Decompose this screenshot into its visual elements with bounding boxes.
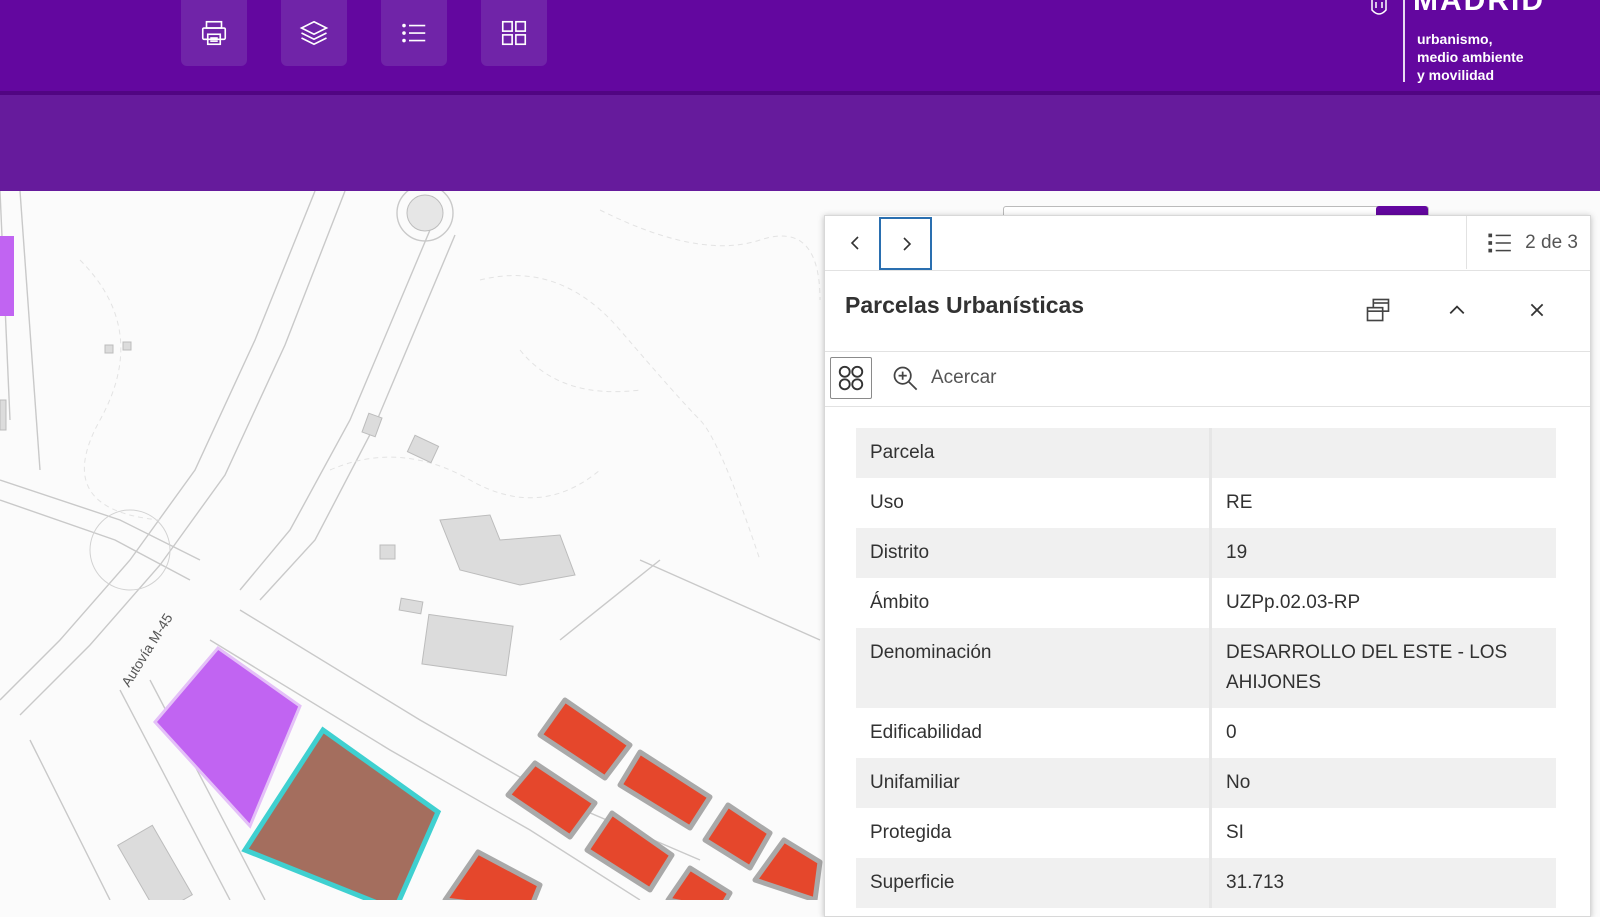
attribute-value: UZPp.02.03-RP [1210,578,1556,628]
popup-pagination: 2 de 3 [825,216,1590,271]
logo-divider [1403,0,1405,82]
crest-icon [1371,0,1387,15]
attribute-value: 19 [1210,528,1556,578]
attribute-key: Protegida [856,808,1212,858]
list-icon [1488,233,1512,252]
four-circles-icon [838,365,864,391]
attribute-key: Distrito [856,528,1212,578]
table-row: Superficie 31.713 [856,858,1556,908]
attribute-table: Parcela Uso RE Distrito 19 Ámbito UZPp.02.0… [856,428,1556,908]
popup-title: Parcelas Urbanísticas [845,292,1085,318]
feature-counter: 2 de 3 [1525,231,1578,253]
grid-icon [501,20,527,46]
logo-subtitle: urbanismo, medio ambiente y movilidad [1417,30,1524,84]
madrid-logo[interactable]: MADRID urbanismo, medio ambiente y movil… [1365,0,1595,85]
basemap-button[interactable] [481,0,547,66]
print-button[interactable] [181,0,247,66]
next-feature-button[interactable] [879,217,932,270]
zoom-in-icon [893,366,918,391]
list-icon [402,23,426,43]
table-row: Ámbito UZPp.02.03-RP [856,578,1556,628]
attribute-key: Unifamiliar [856,758,1212,808]
table-row: Edificabilidad 0 [856,708,1556,758]
chevron-left-icon [850,236,859,250]
zoom-to-button[interactable]: Acercar [891,359,996,397]
feature-menu-button[interactable] [830,357,872,399]
table-row: Unifamiliar No [856,758,1556,808]
logo-line: y movilidad [1417,67,1495,83]
popup-header: Parcelas Urbanísticas [825,270,1590,352]
chevron-right-icon [902,236,911,251]
attribute-value: 0 [1210,708,1556,758]
attribute-value: No [1210,758,1556,808]
table-row: Distrito 19 [856,528,1556,578]
popup-actions: Acercar [825,352,1590,407]
dock-icon [1366,298,1390,322]
collapse-button[interactable] [1435,288,1479,332]
logo-line: urbanismo, [1417,31,1493,47]
table-row: Parcela [856,428,1556,478]
layers-icon [299,20,329,46]
chevron-up-icon [1449,305,1465,315]
table-row: Uso RE [856,478,1556,528]
close-button[interactable] [1515,288,1559,332]
logo-title: MADRID [1413,0,1545,17]
layers-button[interactable] [281,0,347,66]
previous-feature-button[interactable] [831,218,881,268]
attribute-value [1210,428,1556,478]
printer-icon [201,20,227,46]
sub-header [0,95,1600,191]
app-header: MADRID urbanismo, medio ambiente y movil… [0,0,1600,95]
logo-line: medio ambiente [1417,49,1524,65]
attribute-value: DESARROLLO DEL ESTE - LOS AHIJONES [1210,628,1556,708]
attribute-key: Uso [856,478,1212,528]
attribute-key: Parcela [856,428,1212,478]
table-row: Denominación DESARROLLO DEL ESTE - LOS AH… [856,628,1556,708]
zoom-label: Acercar [931,367,997,388]
dock-button[interactable] [1356,288,1400,332]
attribute-value: RE [1210,478,1556,528]
attribute-key: Superficie [856,858,1212,908]
attribute-value: SI [1210,808,1556,858]
attribute-key: Edificabilidad [856,708,1212,758]
legend-button[interactable] [381,0,447,66]
attribute-key: Denominación [856,628,1212,708]
feature-list-button[interactable]: 2 de 3 [1466,216,1590,269]
attribute-value: 31.713 [1210,858,1556,908]
table-row: Protegida SI [856,808,1556,858]
feature-popup: 2 de 3 Parcelas Urbanísticas Acercar Par… [824,215,1591,917]
attribute-key: Ámbito [856,578,1212,628]
close-icon [1530,303,1544,317]
